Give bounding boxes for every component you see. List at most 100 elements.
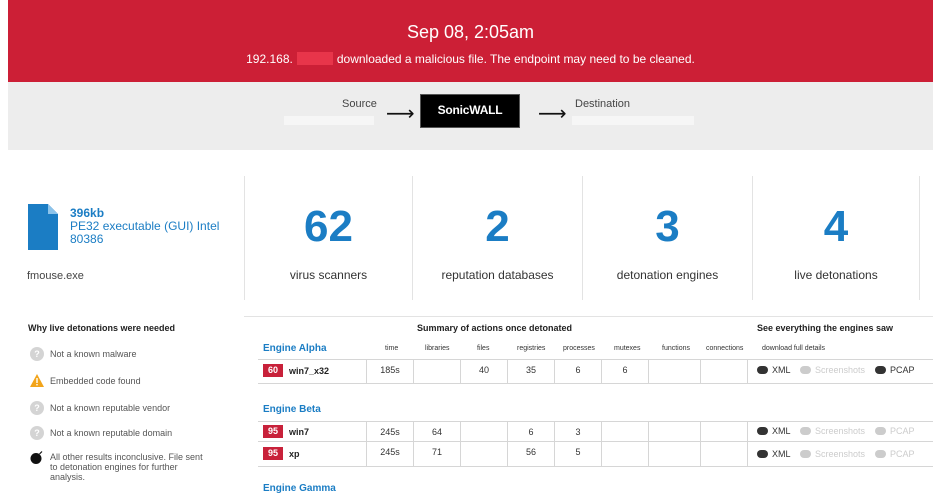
table-cell (601, 442, 648, 466)
table-cell (648, 422, 700, 441)
cloud-download-icon (875, 427, 886, 435)
column-header: mutexes (614, 345, 641, 352)
download-screenshots-button[interactable]: Screenshots (800, 365, 865, 375)
table-cell (700, 360, 748, 383)
table-cell: 40 (460, 360, 507, 383)
sonicwall-device: SonicWALL (420, 94, 520, 128)
column-header: time (385, 345, 399, 352)
bomb-icon (30, 451, 43, 464)
table-cell: 35 (507, 360, 554, 383)
column-header: files (477, 345, 490, 352)
stat-live-detonations: 4 live detonations (752, 176, 920, 300)
summary-title: Summary of actions once detonated (417, 323, 573, 333)
cloud-download-icon (757, 427, 768, 435)
why-title: Why live detonations were needed (28, 323, 176, 333)
stat-label: live detonations (794, 268, 878, 282)
stat-detonation-engines: 3 detonation engines (582, 176, 752, 300)
column-header: processes (563, 345, 595, 352)
column-header: libraries (425, 345, 450, 352)
score-badge: 95 (263, 447, 283, 460)
download-screenshots-button[interactable]: Screenshots (800, 449, 865, 459)
why-item-text: Not a known reputable vendor (50, 403, 171, 413)
why-item-text: Not a known malware (50, 349, 137, 359)
destination-value (572, 116, 694, 125)
stat-label: reputation databases (441, 268, 554, 282)
table-cell (413, 360, 460, 383)
alert-message: 192.168. downloaded a malicious file. The… (8, 52, 933, 66)
row-divider (258, 383, 933, 384)
table-cell: 245s (366, 442, 413, 466)
divider (244, 316, 933, 317)
engine-name[interactable]: Engine Alpha (263, 343, 327, 354)
see-title: See everything the engines saw (757, 323, 894, 333)
download-pcap-button[interactable]: PCAP (875, 426, 915, 436)
table-cell: 3 (554, 422, 601, 441)
download-xml-button[interactable]: XML (757, 426, 791, 436)
warning-icon (30, 374, 44, 387)
column-header: connections (706, 345, 744, 352)
download-xml-button[interactable]: XML (757, 449, 791, 459)
cloud-download-icon (757, 450, 768, 458)
table-cell: 5 (554, 442, 601, 466)
score-badge: 60 (263, 364, 283, 377)
table-cell (700, 422, 748, 441)
why-item-text: Embedded code found (50, 376, 141, 386)
file-type: PE32 executable (GUI) Intel 80386 (70, 219, 220, 246)
row-divider (258, 466, 933, 467)
download-screenshots-button[interactable]: Screenshots (800, 426, 865, 436)
table-cell: 56 (507, 442, 554, 466)
ip-prefix: 192.168. (246, 52, 293, 66)
why-item-text: Not a known reputable domain (50, 428, 173, 438)
source-label: Source (342, 98, 377, 110)
question-icon: ? (30, 347, 44, 361)
stat-value: 62 (304, 202, 353, 251)
table-cell: 64 (413, 422, 460, 441)
download-xml-button[interactable]: XML (757, 365, 791, 375)
cloud-download-icon (800, 366, 811, 374)
question-icon: ? (30, 401, 44, 415)
cloud-download-icon (800, 450, 811, 458)
engine-name[interactable]: Engine Beta (263, 404, 321, 415)
why-item-text: All other results inconclusive. File sen… (50, 452, 203, 482)
cloud-download-icon (800, 427, 811, 435)
alert-banner: Sep 08, 2:05am 192.168. downloaded a mali… (8, 0, 933, 82)
stat-reputation-databases: 2 reputation databases (412, 176, 582, 300)
column-header: registries (517, 345, 546, 352)
arrow-right-icon: ⟶ (538, 103, 567, 125)
table-cell (700, 442, 748, 466)
table-cell (601, 422, 648, 441)
cloud-download-icon (757, 366, 768, 374)
stat-value: 2 (485, 202, 510, 251)
table-cell (460, 442, 507, 466)
table-cell (648, 360, 700, 383)
stat-label: detonation engines (616, 268, 719, 282)
table-cell (648, 442, 700, 466)
column-header: functions (662, 345, 691, 352)
alert-time: Sep 08, 2:05am (406, 22, 535, 42)
arrow-right-icon: ⟶ (386, 103, 415, 125)
alert-text: downloaded a malicious file. The endpoin… (336, 52, 695, 66)
destination-label: Destination (575, 98, 631, 110)
redacted-ip (296, 52, 333, 65)
file-name: fmouse.exe (27, 270, 84, 282)
download-pcap-button[interactable]: PCAP (875, 449, 915, 459)
os-label: win7 (289, 427, 310, 437)
stat-virus-scanners: 62 virus scanners (244, 176, 412, 300)
cloud-download-icon (875, 450, 886, 458)
stat-value: 4 (823, 202, 849, 251)
file-icon (28, 204, 58, 250)
os-label: xp (289, 449, 300, 459)
stat-value: 3 (655, 202, 680, 251)
source-value (284, 116, 374, 125)
question-icon: ? (30, 426, 44, 440)
engine-name[interactable]: Engine Gamma (263, 483, 336, 494)
table-cell (460, 422, 507, 441)
table-cell: 245s (366, 422, 413, 441)
table-cell: 185s (366, 360, 413, 383)
table-cell: 6 (554, 360, 601, 383)
table-cell: 6 (507, 422, 554, 441)
os-label: win7_x32 (289, 366, 330, 376)
download-pcap-button[interactable]: PCAP (875, 365, 915, 375)
traffic-flow: Source ⟶ SonicWALL ⟶ Destination (8, 82, 933, 150)
table-cell: 71 (413, 442, 460, 466)
